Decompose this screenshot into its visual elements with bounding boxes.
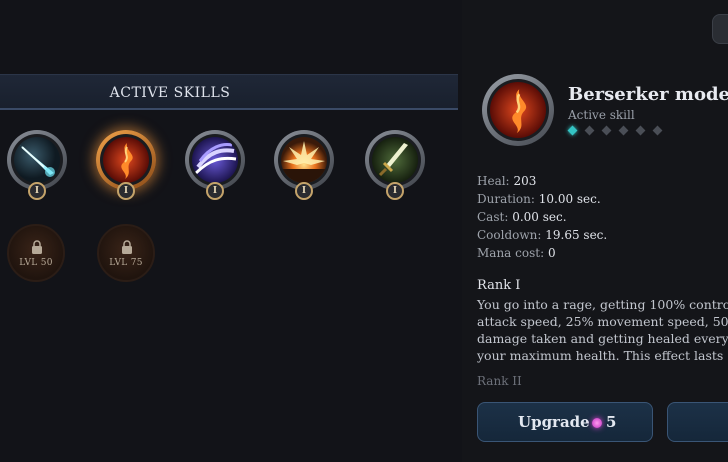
skill-slot-ice-spear[interactable]: I — [5, 128, 69, 202]
stat-mana-cost: Mana cost: 0 — [477, 246, 556, 260]
upgrade-button[interactable]: Upgrade 5 — [477, 402, 653, 442]
secondary-button[interactable] — [667, 402, 728, 442]
skill-rank-badge: I — [295, 182, 313, 200]
selected-skill-icon — [482, 74, 554, 146]
green-sword-skill-icon — [372, 137, 418, 183]
fire-rage-skill-icon — [103, 137, 149, 183]
ice-spear-skill-icon — [14, 137, 60, 183]
skill-stats: Heal: 203 Duration: 10.00 sec. Cast: 0.0… — [477, 172, 607, 262]
lock-icon — [122, 240, 132, 254]
skill-slot-sword-strike[interactable]: I — [363, 128, 427, 202]
rank-description: You go into a rage, getting 100% control… — [477, 297, 728, 363]
skill-rank-badge: I — [28, 182, 46, 200]
fire-rage-skill-icon — [490, 82, 546, 138]
skill-name: Berserker mode — [568, 84, 728, 105]
locked-skill-slot-lvl75[interactable]: LVL 75 — [97, 224, 155, 282]
active-skills-title: ACTIVE SKILLS — [109, 85, 231, 101]
locked-skill-slot-lvl50[interactable]: LVL 50 — [7, 224, 65, 282]
skill-rank-badge: I — [117, 182, 135, 200]
skill-slot-whirl-blades[interactable]: I — [183, 128, 247, 202]
explosion-skill-icon — [281, 137, 327, 183]
stat-cast: Cast: 0.00 sec. — [477, 210, 567, 224]
purple-blades-skill-icon — [192, 137, 238, 183]
unlock-level-label: LVL 50 — [19, 258, 53, 268]
lock-icon — [32, 240, 42, 254]
skill-rank-badge: I — [386, 182, 404, 200]
stat-cooldown: Cooldown: 19.65 sec. — [477, 228, 608, 242]
menu-button[interactable] — [712, 14, 728, 44]
unlock-level-label: LVL 75 — [109, 258, 143, 268]
stat-heal: Heal: 203 — [477, 174, 537, 188]
upgrade-cost: 5 — [606, 413, 617, 431]
current-rank-title: Rank I — [477, 278, 521, 293]
stat-duration: Duration: 10.00 sec. — [477, 192, 601, 206]
skill-rank-badge: I — [206, 182, 224, 200]
left-panel — [0, 0, 462, 462]
skill-slot-explosion[interactable]: I — [272, 128, 336, 202]
skill-slot-berserker[interactable]: I — [94, 128, 158, 202]
active-skills-header: ACTIVE SKILLS — [0, 74, 458, 110]
gem-icon — [592, 418, 602, 428]
skill-type: Active skill — [568, 108, 635, 122]
next-rank-label: Rank II — [477, 374, 522, 388]
upgrade-label: Upgrade — [518, 413, 590, 431]
